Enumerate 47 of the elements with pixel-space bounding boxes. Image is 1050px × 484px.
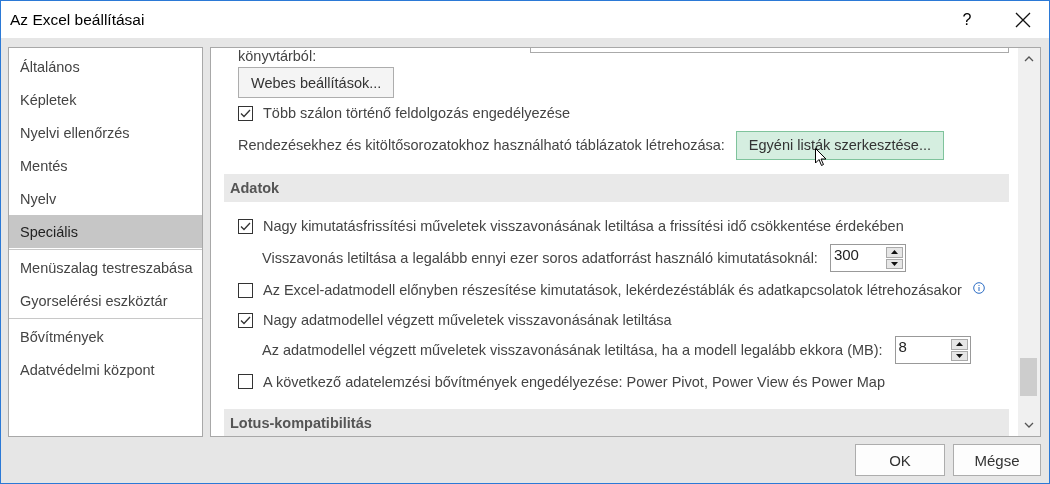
checkbox[interactable] xyxy=(238,105,253,121)
checkbox-label[interactable]: A következő adatelemzési bővítmények engedélyezése: Power Pivot, Power View és Power Map xyxy=(263,373,885,390)
triangle-up-icon xyxy=(955,342,963,347)
number-spinner[interactable]: 8 xyxy=(894,336,971,364)
option-label: könyvtárból: xyxy=(238,48,317,66)
checkbox-label[interactable]: Nagy kimutatásfrissítési műveletek visszavonásának letiltása a frissítési idő csökkentése érdekében xyxy=(263,218,904,234)
category-item[interactable]: Bővítmények xyxy=(9,320,202,353)
category-item[interactable]: Mentés xyxy=(9,149,202,182)
scrollbar[interactable] xyxy=(1018,48,1040,436)
help-button[interactable]: ? xyxy=(945,10,989,29)
checkbox-label[interactable]: Nagy adatmodellel végzett műveletek visszavonásának letiltása xyxy=(263,312,672,328)
checkbox[interactable] xyxy=(238,374,253,389)
spin-down-button[interactable] xyxy=(885,258,903,269)
triangle-up-icon xyxy=(890,250,898,255)
section-header: Lotus-kompatibilitás xyxy=(224,409,1009,436)
section-header: Adatok xyxy=(224,174,1009,202)
category-item[interactable]: Menüszalag testreszabása xyxy=(9,251,202,284)
spin-label: Visszavonás letiltása a legalább ennyi ezer soros adatforrást használó kimutatásoknál: xyxy=(262,250,818,266)
chevron-down-icon[interactable] xyxy=(1024,422,1034,428)
spin-label: Az adatmodellel végzett műveletek visszavonásának letiltása, ha a modell legalább ekkora (MB): xyxy=(262,342,883,358)
spin-up-button[interactable] xyxy=(885,247,903,258)
checkbox-label[interactable]: Az Excel-adatmodell előnyben részesítése kimutatások, lekérdezéstáblák és adatkapcsolatok létrehozásakor xyxy=(263,282,962,298)
category-item[interactable]: Speciális xyxy=(9,215,202,248)
ok-button[interactable]: OK xyxy=(855,444,945,476)
spin-down-button[interactable] xyxy=(950,350,968,361)
checkbox-label[interactable]: Több szálon történő feldolgozás engedélyezése xyxy=(263,105,571,121)
window-title: Az Excel beállításai xyxy=(10,10,146,29)
category-item[interactable]: Adatvédelmi központ xyxy=(9,353,202,386)
category-item[interactable]: Általános xyxy=(9,50,202,83)
category-item[interactable]: Képletek xyxy=(9,83,202,116)
web-options-button[interactable]: Webes beállítások... xyxy=(238,67,395,98)
number-spinner[interactable]: 300 xyxy=(829,244,906,272)
category-item[interactable]: Nyelvi ellenőrzés xyxy=(9,116,202,149)
triangle-down-icon xyxy=(890,261,898,266)
checkbox[interactable] xyxy=(238,218,253,234)
spin-up-button[interactable] xyxy=(950,339,968,350)
option-label: Rendezésekhez és kitöltősorozatokhoz használható táblázatok létrehozása: xyxy=(238,137,725,153)
info-icon[interactable] xyxy=(972,281,985,297)
chevron-up-icon[interactable] xyxy=(1024,56,1034,62)
category-item[interactable]: Gyorselérési eszköztár xyxy=(9,284,202,317)
cancel-button[interactable]: Mégse xyxy=(953,444,1041,476)
scrollbar-thumb[interactable] xyxy=(1020,358,1037,396)
checkbox[interactable] xyxy=(238,312,253,328)
checkbox[interactable] xyxy=(238,282,253,298)
category-item[interactable]: Nyelv xyxy=(9,182,202,215)
text-field[interactable] xyxy=(530,48,1009,53)
triangle-down-icon xyxy=(955,353,963,358)
